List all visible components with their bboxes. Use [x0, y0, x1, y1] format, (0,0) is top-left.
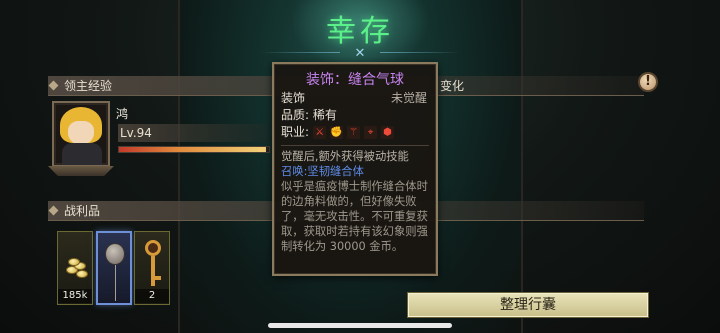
- sword-icon: ⚔: [313, 126, 327, 139]
- tooltip-awaken-status: 未觉醒: [390, 91, 427, 105]
- avatar-face: [68, 121, 94, 145]
- alert-icon[interactable]: !: [638, 72, 658, 92]
- fist-icon: ✊: [330, 126, 344, 139]
- loot-label: 战利品: [64, 204, 101, 218]
- tooltip-job-label: 职业:: [281, 125, 310, 139]
- title-ornament-icon: ✕: [260, 46, 460, 61]
- lord-exp-label: 领主经验: [64, 79, 113, 93]
- shield-icon: ⬢: [381, 126, 395, 139]
- avatar-frame-base: [48, 166, 114, 176]
- tooltip-description: 似乎是瘟疫博士制作缝合体时的边角料做的，但好像失败了，毫无攻击性。不可重复获取，…: [281, 180, 428, 253]
- tooltip-awaken-text: 觉醒后,额外获得被动技能: [281, 150, 409, 163]
- tooltip-type-row: 装饰 未觉醒: [281, 90, 429, 107]
- result-title: 幸存: [326, 14, 394, 49]
- loot-slot-key[interactable]: 2: [134, 231, 170, 305]
- tooltip-divider: [281, 145, 429, 146]
- exp-bar: [118, 146, 270, 153]
- tooltip-summon: 召唤:坚韧缝合体: [281, 165, 364, 178]
- loot-count: 185k: [58, 289, 92, 303]
- tooltip-title: 装饰：缝合气球: [306, 72, 404, 88]
- tooltip-type: 装饰: [281, 91, 306, 105]
- loot-slot-balloon[interactable]: [96, 231, 132, 305]
- exp-bar-fill: [119, 147, 266, 152]
- home-indicator[interactable]: [268, 323, 452, 328]
- staff-icon: ⚚: [347, 126, 361, 139]
- loot-slot-coins[interactable]: 185k: [57, 231, 93, 305]
- section-label-partial: 变化: [440, 79, 465, 93]
- crosshair-icon: ⌖: [364, 126, 378, 139]
- avatar-body: [62, 143, 102, 165]
- organize-bag-button[interactable]: 整理行囊: [408, 293, 648, 317]
- tooltip-quality: 品质: 稀有: [281, 108, 337, 122]
- hero-avatar[interactable]: [52, 101, 110, 167]
- tooltip-job-row: 职业: ⚔ ✊ ⚚ ⌖ ⬢: [281, 124, 429, 141]
- loot-count: 2: [135, 289, 169, 303]
- hero-level: Lv.94: [118, 124, 270, 142]
- item-tooltip: 装饰：缝合气球 装饰 未觉醒 品质: 稀有 职业: ⚔ ✊ ⚚ ⌖ ⬢ 觉醒后,…: [272, 62, 438, 276]
- hero-name: 鸿: [116, 107, 129, 121]
